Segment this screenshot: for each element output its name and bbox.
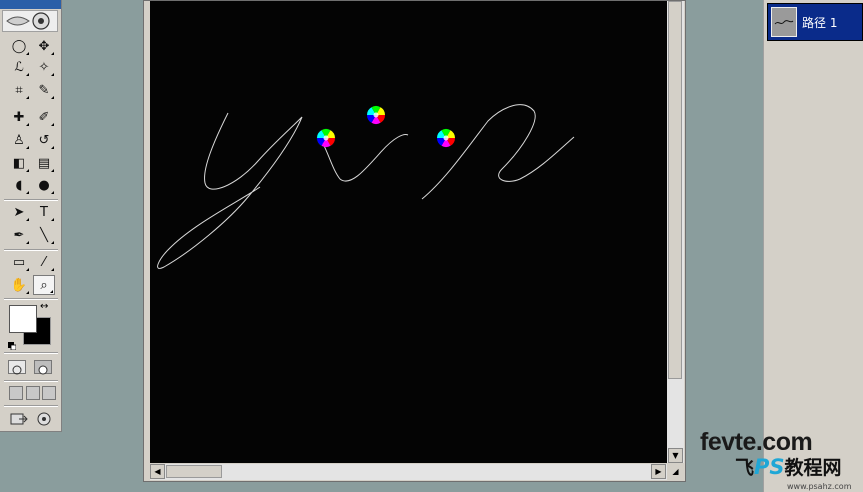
watermark-url-text: www.psahz.com: [787, 482, 852, 491]
path-name-label: 路径 1: [802, 16, 838, 30]
toolbox-divider: [4, 298, 58, 300]
quick-mask-mode-button[interactable]: [34, 360, 52, 375]
clone-stamp-tool-glyph: ♙: [13, 132, 25, 148]
pen-tool-glyph: ✒: [13, 227, 25, 243]
jump-to-imageready-icon[interactable]: [8, 409, 30, 429]
pen-tool-icon[interactable]: ✒: [8, 225, 30, 245]
dodge-tool-icon[interactable]: ●: [33, 175, 55, 195]
photoshop-eye-logo-icon[interactable]: [2, 10, 58, 32]
marquee-tool-icon[interactable]: ◯: [8, 36, 30, 56]
hand-tool-glyph: ✋: [10, 277, 28, 293]
horizontal-scroll-thumb[interactable]: [166, 465, 222, 478]
toolbox-divider: [4, 405, 58, 407]
history-brush-tool-glyph: ↺: [38, 132, 50, 148]
type-tool-glyph: T: [40, 204, 48, 220]
watermark-cn-suffix: 教程网: [784, 457, 842, 479]
healing-brush-tool-icon[interactable]: ✚: [8, 107, 30, 127]
color-wheel-dot: [367, 105, 385, 125]
document-canvas[interactable]: [150, 1, 667, 463]
history-brush-tool-icon[interactable]: ↺: [33, 130, 55, 150]
clone-stamp-tool-icon[interactable]: ♙: [8, 130, 30, 150]
zoom-tool-glyph: ⌕: [40, 277, 48, 293]
healing-brush-tool-glyph: ✚: [13, 109, 25, 125]
move-tool-glyph: ✥: [38, 38, 50, 54]
notes-tool-icon[interactable]: ▭: [8, 252, 30, 272]
eyedropper-tool-icon[interactable]: ⁄: [33, 252, 55, 272]
toolbox-divider: [4, 352, 58, 354]
vertical-scroll-thumb[interactable]: [668, 1, 682, 379]
standard-mode-button[interactable]: [8, 360, 26, 375]
toolbox-divider: [4, 380, 58, 382]
toolbox-panel: ◯ ✥ ℒ ✧ ⌗ ✎ ✚ ✐ ♙ ↺ ◧ ▤ ◖ ● ➤ T ✒ ╲ ▭ ⁄ ✋ ⌕ ↔: [0, 0, 62, 432]
color-wheel-dot: [437, 128, 455, 148]
path-selection-tool-icon[interactable]: ➤: [8, 202, 30, 222]
scroll-right-arrow-icon[interactable]: ▶: [651, 464, 666, 479]
foreground-color-swatch[interactable]: [9, 305, 37, 333]
slice-tool-icon[interactable]: ✎: [33, 80, 55, 100]
watermark-ps-text: PS: [754, 455, 785, 479]
full-screen-menu-mode-button[interactable]: [26, 386, 40, 400]
standard-screen-mode-button[interactable]: [9, 386, 23, 400]
toolbox-divider: [4, 249, 58, 251]
brush-tool-icon[interactable]: ✐: [33, 107, 55, 127]
toolbox-divider: [4, 199, 58, 201]
path-list-item[interactable]: 路径 1: [767, 3, 863, 41]
blur-tool-glyph: ◖: [15, 177, 23, 193]
path-letter-y: [157, 112, 303, 269]
eraser-tool-icon[interactable]: ◧: [8, 153, 30, 173]
document-window: ▼ ◀ ▶ ◢: [143, 0, 686, 482]
path-letter-n: [421, 104, 575, 200]
paths-panel: 路径 1: [763, 0, 863, 492]
hand-tool-icon[interactable]: ✋: [8, 275, 30, 295]
line-tool-glyph: ╲: [40, 227, 48, 243]
color-wheel-dot: [316, 128, 336, 148]
slice-tool-glyph: ✎: [38, 82, 50, 98]
magic-wand-tool-icon[interactable]: ✧: [33, 57, 55, 77]
crop-tool-icon[interactable]: ⌗: [8, 80, 30, 100]
paths-panel-body: [766, 44, 862, 484]
toolbox-titlebar[interactable]: [0, 0, 61, 9]
gradient-tool-icon[interactable]: ▤: [33, 153, 55, 173]
imageready-icon[interactable]: [33, 409, 55, 429]
crop-tool-glyph: ⌗: [15, 82, 23, 98]
move-tool-icon[interactable]: ✥: [33, 36, 55, 56]
swap-colors-icon[interactable]: ↔: [40, 301, 48, 312]
lasso-tool-icon[interactable]: ℒ: [8, 57, 30, 77]
type-tool-icon[interactable]: T: [33, 202, 55, 222]
scroll-left-arrow-icon[interactable]: ◀: [150, 464, 165, 479]
path-thumbnail-icon: [771, 7, 797, 37]
notes-tool-glyph: ▭: [12, 254, 26, 270]
watermark-cn-prefix: 飞: [735, 457, 755, 479]
path-artwork: [157, 104, 575, 269]
default-colors-icon[interactable]: [8, 335, 17, 351]
marquee-tool-glyph: ◯: [11, 38, 27, 54]
scroll-down-arrow-icon[interactable]: ▼: [668, 448, 683, 463]
eyedropper-tool-glyph: ⁄: [42, 254, 46, 270]
line-tool-icon[interactable]: ╲: [33, 225, 55, 245]
watermark-chinese-text: 飞PS教程网: [735, 453, 842, 480]
path-selection-tool-glyph: ➤: [13, 204, 25, 220]
magic-wand-tool-glyph: ✧: [38, 59, 50, 75]
gradient-tool-glyph: ▤: [37, 155, 51, 171]
lasso-tool-glyph: ℒ: [14, 59, 24, 75]
zoom-tool-icon[interactable]: ⌕: [33, 275, 55, 295]
horizontal-scrollbar[interactable]: ◀ ▶: [150, 464, 667, 480]
dodge-tool-glyph: ●: [38, 177, 50, 193]
brush-tool-glyph: ✐: [38, 109, 50, 125]
vertical-scrollbar[interactable]: ▼: [667, 1, 684, 463]
blur-tool-icon[interactable]: ◖: [8, 175, 30, 195]
eraser-tool-glyph: ◧: [12, 155, 26, 171]
resize-grip-icon[interactable]: ◢: [668, 464, 683, 479]
full-screen-mode-button[interactable]: [42, 386, 56, 400]
